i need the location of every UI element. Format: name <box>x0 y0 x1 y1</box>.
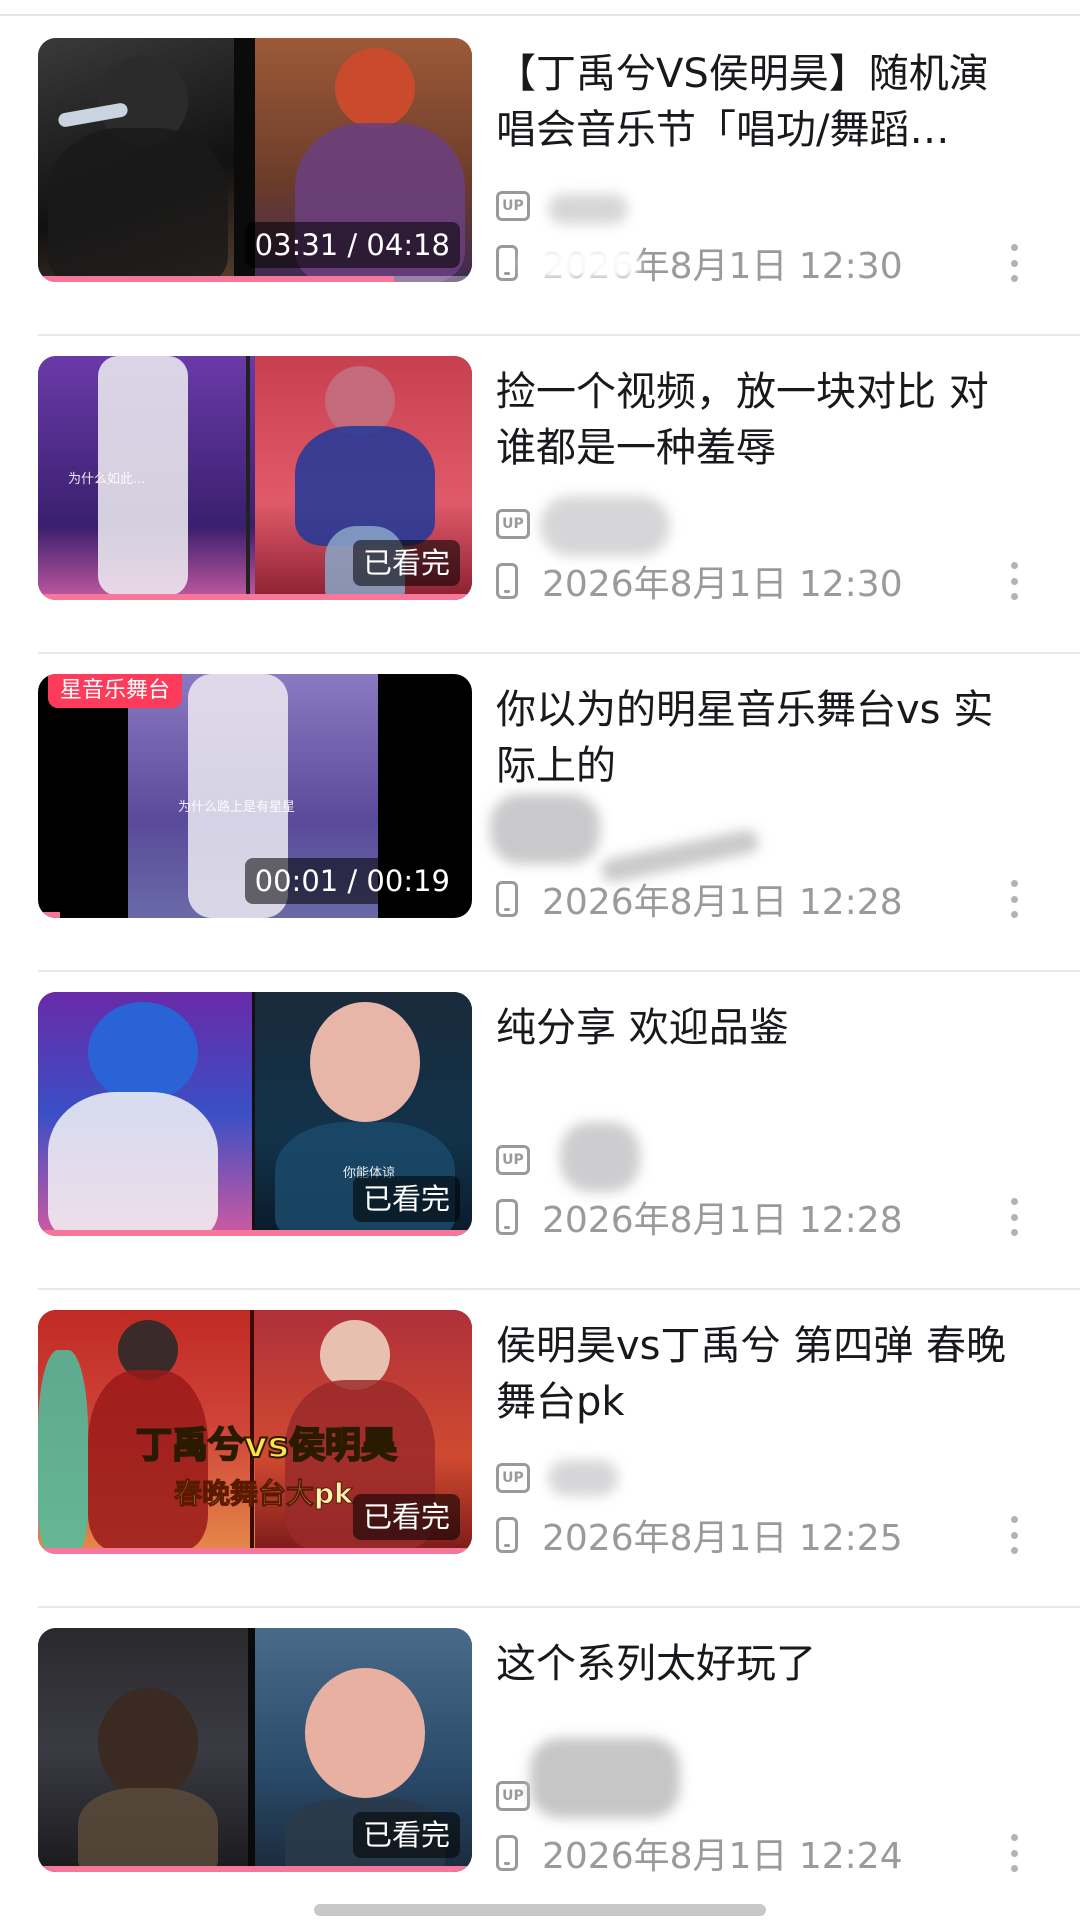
watch-date: 2026年8月1日 12:25 <box>542 1517 903 1559</box>
top-divider <box>0 14 1080 16</box>
progress-bar <box>38 276 394 282</box>
date-row: 2026年8月1日 12:28 <box>496 1195 903 1241</box>
more-options-icon[interactable] <box>1000 238 1028 288</box>
watch-date: 2026年8月1日 12:24 <box>542 1835 903 1877</box>
phone-icon <box>496 1516 518 1553</box>
more-options-icon[interactable] <box>1000 1192 1028 1242</box>
progress-bar <box>38 1866 472 1872</box>
video-thumbnail[interactable]: 03:31 / 04:18 <box>38 38 472 282</box>
up-icon: UP <box>496 1463 530 1493</box>
watch-date: 2026年8月1日 12:30 <box>542 563 903 605</box>
list-item[interactable]: 03:31 / 04:18 【丁禹兮VS侯明昊】随机演唱会音乐节「唱功/舞蹈… … <box>0 18 1080 336</box>
progress-bar <box>38 912 60 918</box>
uploader-row[interactable]: UP <box>496 1140 530 1180</box>
up-icon: UP <box>496 191 530 221</box>
thumbnail-left-panel <box>38 38 255 282</box>
redacted-patch <box>560 1122 640 1192</box>
list-item[interactable]: 已看完 这个系列太好玩了 UP 2026年8月1日 12:24 <box>0 1608 1080 1926</box>
video-title[interactable]: 捡一个视频，放一块对比 对谁都是一种羞辱 <box>496 364 1016 476</box>
video-thumbnail[interactable]: 为什么如此... 已看完 <box>38 356 472 600</box>
phone-icon <box>496 1834 518 1871</box>
thumbnail-left-panel <box>38 992 255 1236</box>
redacted-patch <box>520 248 640 278</box>
progress-bar <box>38 594 472 600</box>
thumbnail-overlay-text: 为什么如此... <box>68 472 146 487</box>
watched-badge: 已看完 <box>352 1812 460 1858</box>
thumbnail-overlay-text: 为什么路上是有星星 <box>178 800 296 815</box>
uploader-row[interactable]: UP <box>496 504 530 544</box>
video-title[interactable]: 侯明昊vs丁禹兮 第四弹 春晚舞台pk <box>496 1318 1016 1430</box>
redacted-patch <box>548 1460 618 1496</box>
list-item[interactable]: 为什么如此... 已看完 捡一个视频，放一块对比 对谁都是一种羞辱 UP 202… <box>0 336 1080 654</box>
phone-icon <box>496 880 518 917</box>
uploader-row[interactable]: UP <box>496 186 530 226</box>
list-item[interactable]: 丁禹兮vs侯明昊 春晚舞台大pk 已看完 侯明昊vs丁禹兮 第四弹 春晚舞台pk… <box>0 1290 1080 1608</box>
video-title[interactable]: 这个系列太好玩了 <box>496 1636 1016 1692</box>
progress-bar <box>38 1548 472 1554</box>
more-options-icon[interactable] <box>1000 556 1028 606</box>
phone-icon <box>496 244 518 281</box>
up-icon: UP <box>496 1145 530 1175</box>
watch-date: 2026年8月1日 12:28 <box>542 881 903 923</box>
video-title[interactable]: 【丁禹兮VS侯明昊】随机演唱会音乐节「唱功/舞蹈… <box>496 46 1016 158</box>
watch-date: 2026年8月1日 12:28 <box>542 1199 903 1241</box>
uploader-row[interactable]: UP <box>496 1776 530 1816</box>
duration-badge: 00:01 / 00:19 <box>244 858 460 904</box>
up-icon: UP <box>496 1781 530 1811</box>
video-thumbnail[interactable]: 已看完 <box>38 1628 472 1872</box>
progress-bar <box>38 1230 472 1236</box>
video-thumbnail[interactable]: 你能体谅 已看完 <box>38 992 472 1236</box>
thumbnail-left-panel: 为什么如此... <box>38 356 255 600</box>
more-options-icon[interactable] <box>1000 874 1028 924</box>
date-row: 2026年8月1日 12:24 <box>496 1831 903 1877</box>
video-title[interactable]: 纯分享 欢迎品鉴 <box>496 1000 1016 1056</box>
watched-badge: 已看完 <box>352 1176 460 1222</box>
more-options-icon[interactable] <box>1000 1510 1028 1560</box>
home-indicator[interactable] <box>314 1904 766 1916</box>
duration-badge: 03:31 / 04:18 <box>244 222 460 268</box>
more-options-icon[interactable] <box>1000 1828 1028 1878</box>
list-item[interactable]: 为什么路上是有星星 星音乐舞台 00:01 / 00:19 你以为的明星音乐舞台… <box>0 654 1080 972</box>
up-icon: UP <box>496 509 530 539</box>
watched-badge: 已看完 <box>352 540 460 586</box>
list-item[interactable]: 你能体谅 已看完 纯分享 欢迎品鉴 UP 2026年8月1日 12:28 <box>0 972 1080 1290</box>
video-thumbnail[interactable]: 丁禹兮vs侯明昊 春晚舞台大pk 已看完 <box>38 1310 472 1554</box>
thumbnail-left-panel <box>38 1628 255 1872</box>
redacted-patch <box>490 794 600 864</box>
video-title[interactable]: 你以为的明星音乐舞台vs 实际上的 <box>496 682 1016 794</box>
thumbnail-caption-sub: 春晚舞台大pk <box>174 1477 354 1511</box>
redacted-patch <box>530 1738 680 1818</box>
date-row: 2026年8月1日 12:28 <box>496 877 903 923</box>
uploader-row[interactable]: UP <box>496 1458 530 1498</box>
date-row: 2026年8月1日 12:30 <box>496 559 903 605</box>
phone-icon <box>496 1198 518 1235</box>
channel-tag: 星音乐舞台 <box>48 674 183 708</box>
watched-badge: 已看完 <box>352 1494 460 1540</box>
video-thumbnail[interactable]: 为什么路上是有星星 星音乐舞台 00:01 / 00:19 <box>38 674 472 918</box>
redacted-patch <box>540 496 670 556</box>
phone-icon <box>496 562 518 599</box>
thumbnail-caption-main: 丁禹兮vs侯明昊 <box>135 1424 398 1467</box>
date-row: 2026年8月1日 12:25 <box>496 1513 903 1559</box>
redacted-patch <box>548 194 628 224</box>
